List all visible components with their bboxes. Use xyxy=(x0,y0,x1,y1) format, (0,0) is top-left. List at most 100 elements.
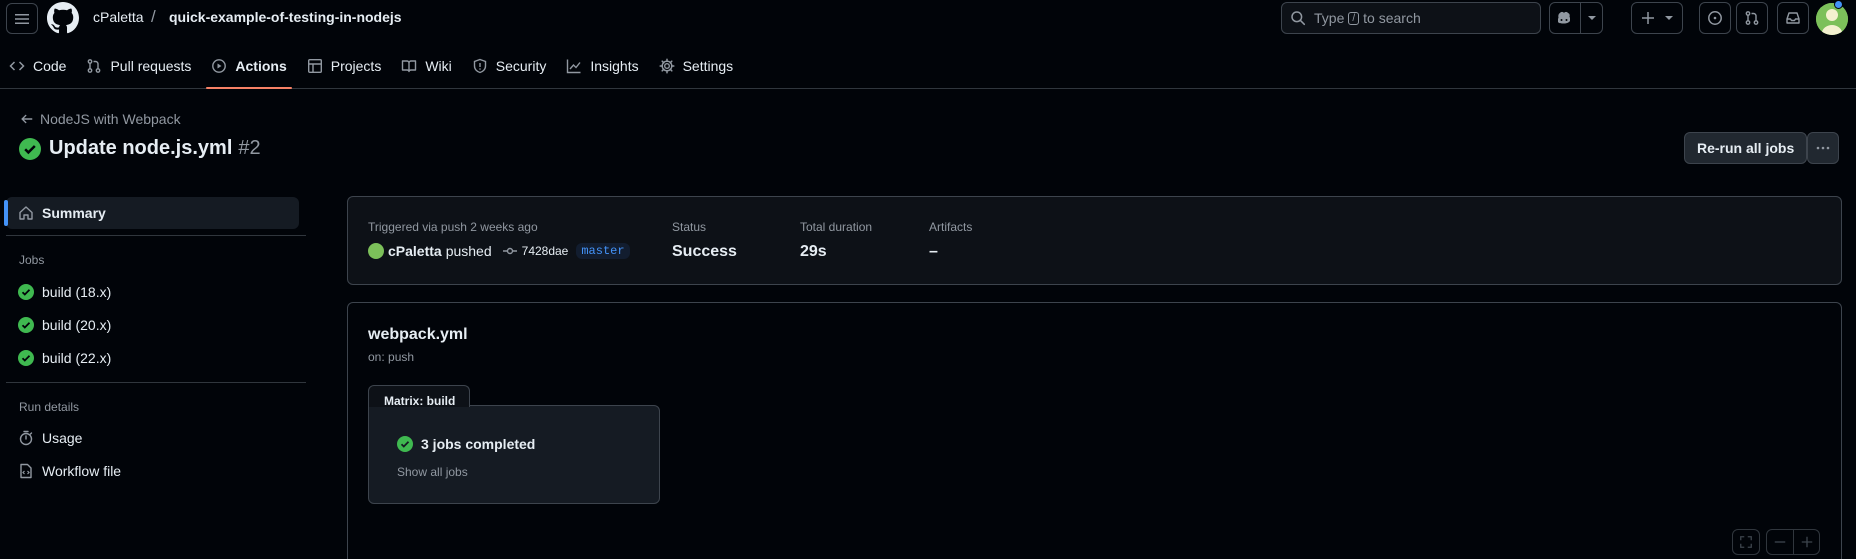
chevron-down-icon xyxy=(1587,16,1596,20)
book-icon xyxy=(402,60,417,73)
status-value: Success xyxy=(672,243,737,260)
sidebar-item-label: Usage xyxy=(42,430,83,446)
tab-label: Security xyxy=(495,58,547,74)
avatar-image-icon xyxy=(1816,3,1848,35)
create-new-button[interactable] xyxy=(1631,2,1683,34)
run-details-heading: Run details xyxy=(19,400,80,414)
repo-owner-link[interactable]: cPaletta xyxy=(93,9,144,25)
more-options-button[interactable] xyxy=(1807,132,1839,164)
actor-avatar[interactable] xyxy=(368,243,384,259)
trigger-text: Triggered via push 2 weeks ago xyxy=(368,220,538,234)
hamburger-icon xyxy=(15,13,29,24)
tab-projects[interactable]: Projects xyxy=(298,52,391,80)
sidebar-item-label: Workflow file xyxy=(42,463,122,479)
zoom-in-icon[interactable] xyxy=(1800,535,1814,549)
jobs-heading: Jobs xyxy=(19,253,45,267)
artifacts-value: – xyxy=(929,243,938,260)
user-avatar[interactable] xyxy=(1816,3,1848,35)
tab-security[interactable]: Security xyxy=(463,52,556,80)
sidebar-item-usage[interactable]: Usage xyxy=(18,424,82,452)
check-circle-icon xyxy=(18,350,34,366)
sidebar-item-label: Summary xyxy=(42,205,106,221)
sidebar-item-workflow-file[interactable]: Workflow file xyxy=(18,457,121,485)
arrow-left-icon xyxy=(21,114,33,124)
workflow-name: NodeJS with Webpack xyxy=(40,111,181,127)
issues-button[interactable] xyxy=(1699,2,1731,34)
chevron-down-icon xyxy=(1665,16,1673,20)
actor-link[interactable]: cPaletta xyxy=(388,243,442,259)
action-text: pushed xyxy=(445,243,492,259)
jobs-completed-text: 3 jobs completed xyxy=(421,436,536,452)
github-logo[interactable] xyxy=(47,2,79,34)
check-circle-icon xyxy=(19,137,41,160)
tab-wiki[interactable]: Wiki xyxy=(392,52,460,80)
fullscreen-button[interactable] xyxy=(1732,529,1760,555)
check-circle-icon xyxy=(397,436,413,452)
sidebar-divider xyxy=(6,235,306,236)
notification-dot xyxy=(1834,0,1843,9)
stopwatch-icon xyxy=(19,430,33,446)
matrix-job-card[interactable] xyxy=(368,405,660,504)
sidebar-item-job[interactable]: build (20.x) xyxy=(18,311,111,339)
graph-icon xyxy=(567,59,581,74)
rerun-all-jobs-button[interactable]: Re-run all jobs xyxy=(1684,132,1808,164)
tab-label: Settings xyxy=(682,58,734,74)
table-icon xyxy=(307,59,322,74)
search-icon xyxy=(1291,11,1306,26)
tab-code[interactable]: Code xyxy=(0,52,75,80)
sidebar-item-job[interactable]: build (18.x) xyxy=(18,278,111,306)
tab-pull-requests[interactable]: Pull requests xyxy=(77,52,200,80)
page-title: Update node.js.yml #2 xyxy=(19,137,261,160)
inbox-button[interactable] xyxy=(1777,2,1809,34)
sidebar-item-summary[interactable]: Summary xyxy=(6,197,299,229)
sidebar-item-job[interactable]: build (22.x) xyxy=(18,344,111,372)
tab-actions[interactable]: Actions xyxy=(202,52,295,89)
tab-label: Wiki xyxy=(425,58,452,74)
code-icon xyxy=(9,61,25,71)
pull-requests-button[interactable] xyxy=(1736,2,1768,34)
job-label: build (20.x) xyxy=(42,317,112,333)
tab-settings[interactable]: Settings xyxy=(650,52,743,80)
fullscreen-icon xyxy=(1740,536,1752,548)
search-input[interactable]: Type / to search xyxy=(1281,2,1541,34)
inbox-icon xyxy=(1786,12,1800,24)
job-label: build (22.x) xyxy=(42,350,112,366)
menu-button[interactable] xyxy=(6,3,38,34)
matrix-label: Matrix: build xyxy=(368,385,470,408)
pull-request-icon xyxy=(1745,11,1759,25)
selected-indicator xyxy=(4,200,8,226)
status-label: Status xyxy=(672,220,707,234)
plus-icon xyxy=(1642,12,1654,24)
branch-badge[interactable]: master xyxy=(576,243,630,259)
tab-label: Actions xyxy=(235,58,287,74)
file-code-icon xyxy=(20,463,32,479)
copilot-button[interactable] xyxy=(1549,2,1603,34)
tab-label: Code xyxy=(33,58,67,74)
kebab-horizontal-icon xyxy=(1816,146,1830,150)
pull-request-icon xyxy=(88,59,101,73)
commit-sha-link[interactable]: 7428dae xyxy=(522,244,569,258)
tab-insights[interactable]: Insights xyxy=(557,52,647,80)
search-suffix: to search xyxy=(1363,10,1421,26)
commit-info: cPaletta pushed 7428dae master xyxy=(368,243,630,259)
gear-icon xyxy=(659,58,675,74)
tab-label: Insights xyxy=(590,58,639,74)
issue-icon xyxy=(1708,11,1722,25)
show-all-jobs-link[interactable]: Show all jobs xyxy=(397,465,468,479)
duration-value: 29s xyxy=(800,243,827,260)
repo-name-link[interactable]: quick-example-of-testing-in-nodejs xyxy=(169,9,402,25)
copilot-icon xyxy=(1557,11,1570,24)
zoom-out-icon[interactable] xyxy=(1773,535,1787,549)
github-logo-icon xyxy=(47,2,79,34)
artifacts-label: Artifacts xyxy=(929,220,973,234)
workflow-trigger: on: push xyxy=(368,350,415,364)
breadcrumb-separator: / xyxy=(151,7,156,26)
sidebar-divider xyxy=(6,382,306,383)
jobs-completed-row[interactable]: 3 jobs completed xyxy=(397,436,535,452)
search-prefix: Type xyxy=(1314,10,1345,26)
home-icon xyxy=(19,206,33,220)
job-label: build (18.x) xyxy=(42,284,112,300)
run-name: Update node.js.yml xyxy=(49,137,233,159)
repo-tabs: Code Pull requests Actions Projects Wiki… xyxy=(0,52,744,89)
workflow-back-link[interactable]: NodeJS with Webpack xyxy=(20,111,181,127)
